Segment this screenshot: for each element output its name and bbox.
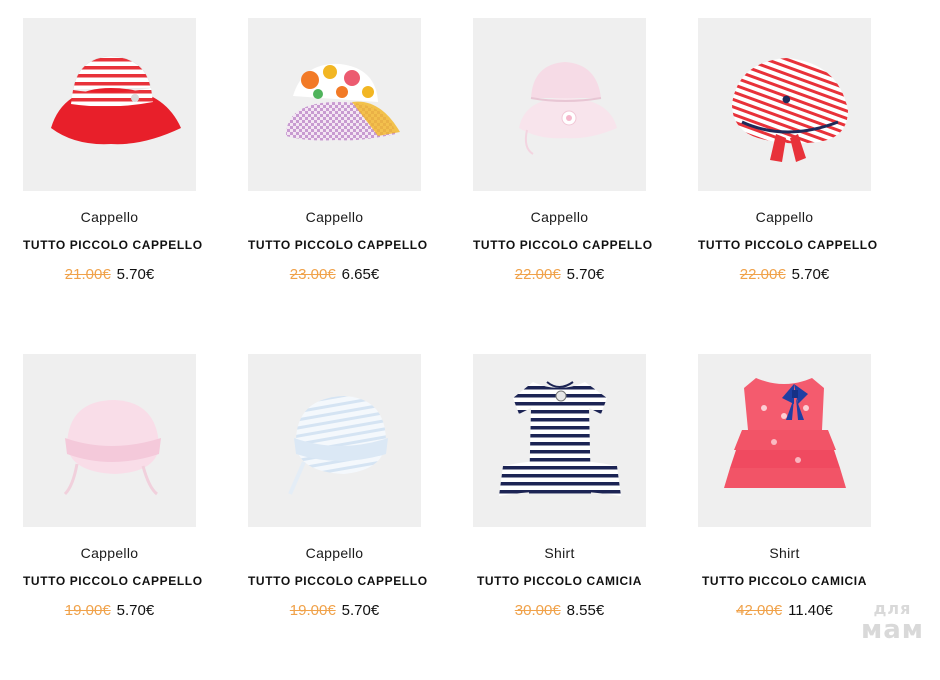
product-prices: 30.00€ 8.55€ xyxy=(473,602,646,622)
product-image-navy-striped-ruffle-top[interactable] xyxy=(473,354,646,527)
product-category: Cappello xyxy=(755,209,814,225)
original-price: 22.00€ xyxy=(739,266,786,283)
product-card[interactable]: Cappello TUTTO PICCOLO CAPPELLO 23.00€ 6.… xyxy=(248,18,427,344)
pink-baby-bonnet-image xyxy=(63,400,161,496)
pink-bucket-hat-image xyxy=(519,62,617,155)
product-category: Cappello xyxy=(80,209,139,225)
sale-price: 6.65€ xyxy=(341,266,380,283)
coral-ruffle-top-with-bow-image xyxy=(724,378,846,488)
original-price: 42.00€ xyxy=(736,602,783,619)
product-card[interactable]: Shirt TUTTO PICCOLO CAMICIA 30.00€ 8.55€ xyxy=(473,354,646,680)
svg-text:●: ● xyxy=(782,94,791,105)
sale-price: 5.70€ xyxy=(116,266,155,283)
product-image-pink-bucket-hat[interactable] xyxy=(473,18,646,191)
product-image-coral-ruffle-top-with-bow[interactable] xyxy=(698,354,871,527)
product-prices: 23.00€ 6.65€ xyxy=(248,266,421,286)
product-title[interactable]: TUTTO PICCOLO CAPPELLO xyxy=(698,238,877,254)
red-striped-bucket-hat-image xyxy=(51,55,181,145)
original-price: 23.00€ xyxy=(289,266,336,283)
original-price: 21.00€ xyxy=(64,266,111,283)
product-category: Cappello xyxy=(80,545,139,561)
product-title[interactable]: TUTTO PICCOLO CAPPELLO xyxy=(23,238,202,254)
product-title[interactable]: TUTTO PICCOLO CAPPELLO xyxy=(473,238,652,254)
original-price: 19.00€ xyxy=(289,602,336,619)
product-card[interactable]: Shirt TUTTO PICCOLO CAMICIA 42.00€ 11.40€ xyxy=(698,354,871,680)
product-image-floral-gingham-bucket-hat[interactable] xyxy=(248,18,421,191)
product-category: Cappello xyxy=(530,209,589,225)
product-card[interactable]: ● Cappello TUTTO PICCOLO CAPPELLO 22.00€… xyxy=(698,18,877,344)
navy-striped-ruffle-top-image xyxy=(499,381,621,496)
product-prices: 42.00€ 11.40€ xyxy=(698,602,871,622)
product-category: Cappello xyxy=(305,209,364,225)
light-blue-baby-bonnet-image xyxy=(288,396,388,495)
product-card[interactable]: Cappello TUTTO PICCOLO CAPPELLO 22.00€ 5.… xyxy=(473,18,652,344)
original-price: 19.00€ xyxy=(64,602,111,619)
product-title[interactable]: TUTTO PICCOLO CAPPELLO xyxy=(248,574,427,590)
sale-price: 8.55€ xyxy=(566,602,605,619)
red-striped-sun-hat-image: ● xyxy=(732,58,848,162)
product-prices: 21.00€ 5.70€ xyxy=(23,266,196,286)
sale-price: 5.70€ xyxy=(566,266,605,283)
product-category: Shirt xyxy=(544,545,575,561)
product-card[interactable]: Cappello TUTTO PICCOLO CAPPELLO 21.00€ 5.… xyxy=(23,18,202,344)
product-card[interactable]: Cappello TUTTO PICCOLO CAPPELLO 19.00€ 5.… xyxy=(23,354,202,680)
sale-price: 11.40€ xyxy=(788,602,833,619)
product-title[interactable]: TUTTO PICCOLO CAMICIA xyxy=(698,574,871,590)
product-title[interactable]: TUTTO PICCOLO CAMICIA xyxy=(473,574,646,590)
product-image-pink-baby-bonnet[interactable] xyxy=(23,354,196,527)
product-prices: 19.00€ 5.70€ xyxy=(23,602,196,622)
sale-price: 5.70€ xyxy=(791,266,830,283)
site-watermark-logo: для мам xyxy=(860,601,924,645)
product-prices: 22.00€ 5.70€ xyxy=(473,266,646,286)
sale-price: 5.70€ xyxy=(116,602,155,619)
product-category: Cappello xyxy=(305,545,364,561)
product-image-light-blue-baby-bonnet[interactable] xyxy=(248,354,421,527)
product-title[interactable]: TUTTO PICCOLO CAPPELLO xyxy=(23,574,202,590)
sale-price: 5.70€ xyxy=(341,602,380,619)
original-price: 22.00€ xyxy=(514,266,561,283)
product-category: Shirt xyxy=(769,545,800,561)
floral-gingham-bucket-hat-image xyxy=(286,63,400,141)
product-title[interactable]: TUTTO PICCOLO CAPPELLO xyxy=(248,238,427,254)
product-image-red-striped-sun-hat[interactable]: ● xyxy=(698,18,871,191)
watermark-line-2: мам xyxy=(860,615,924,645)
product-prices: 22.00€ 5.70€ xyxy=(698,266,871,286)
product-prices: 19.00€ 5.70€ xyxy=(248,602,421,622)
product-grid: Cappello TUTTO PICCOLO CAPPELLO 21.00€ 5.… xyxy=(23,18,883,680)
product-card[interactable]: Cappello TUTTO PICCOLO CAPPELLO 19.00€ 5.… xyxy=(248,354,427,680)
original-price: 30.00€ xyxy=(514,602,561,619)
product-image-red-striped-bucket-hat[interactable] xyxy=(23,18,196,191)
